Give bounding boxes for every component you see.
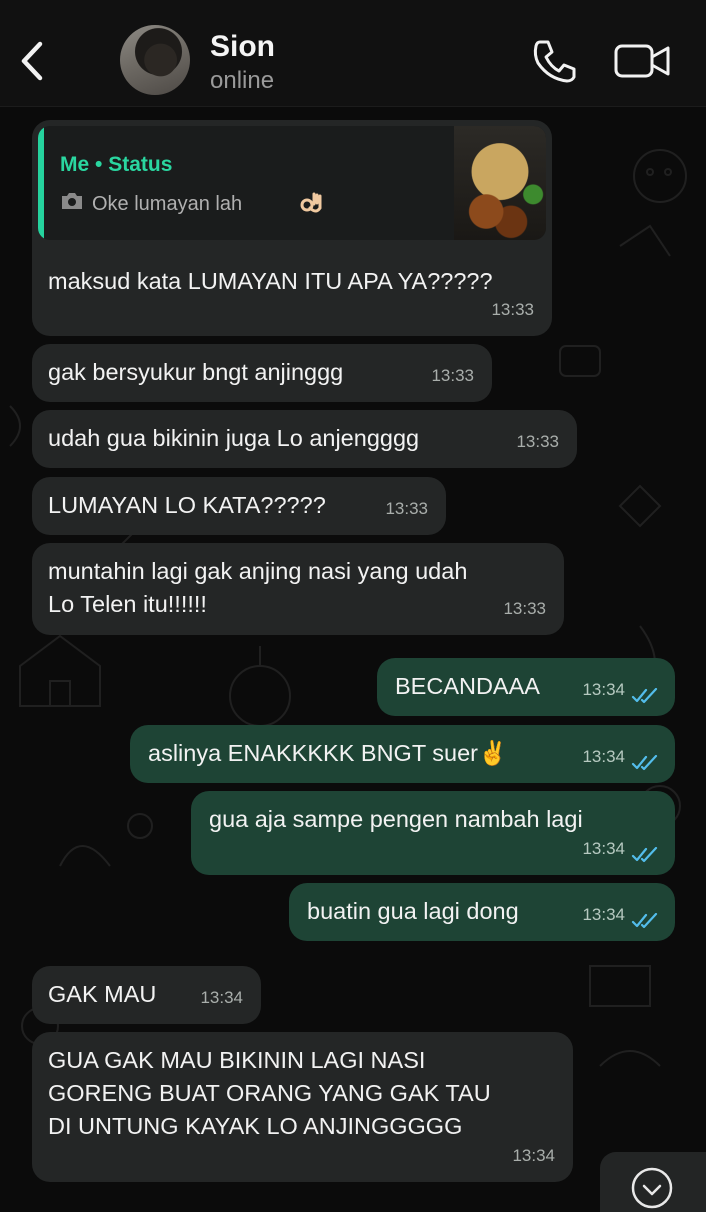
message-time: 13:34 xyxy=(512,1146,555,1165)
message-time: 13:34 xyxy=(582,905,625,924)
video-camera-icon[interactable] xyxy=(614,42,670,80)
camera-icon xyxy=(62,193,82,209)
contact-avatar[interactable] xyxy=(120,25,190,95)
message-incoming[interactable]: GUA GAK MAU BIKININ LAGI NASI GORENG BUA… xyxy=(32,1032,573,1182)
double-check-icon xyxy=(631,913,658,929)
message-time: 13:33 xyxy=(503,599,546,618)
chevron-down-icon xyxy=(631,1167,673,1209)
message-text: gak bersyukur bngt anjinggg xyxy=(48,359,344,385)
quote-accent-bar xyxy=(38,126,44,240)
contact-status: online xyxy=(210,67,275,94)
message-incoming[interactable]: udah gua bikinin juga Lo anjengggg 13:33 xyxy=(32,410,577,468)
ok-hand-emoji xyxy=(300,192,322,213)
double-check-icon xyxy=(631,688,658,704)
message-time: 13:34 xyxy=(582,839,625,858)
message-text: GAK MAU xyxy=(48,981,157,1007)
message-text: muntahin lagi gak anjing nasi yang udah … xyxy=(48,558,468,617)
message-text: maksud kata LUMAYAN ITU APA YA????? xyxy=(48,268,493,294)
double-check-icon xyxy=(631,755,658,771)
quote-text: Oke lumayan lah xyxy=(92,193,243,215)
message-outgoing[interactable]: buatin gua lagi dong 13:34 xyxy=(289,883,675,941)
message-outgoing[interactable]: aslinya ENAKKKKK BNGT suer✌️ 13:34 xyxy=(130,725,675,783)
message-time: 13:34 xyxy=(582,680,625,699)
contact-name[interactable]: Sion xyxy=(210,30,275,64)
back-chevron-icon[interactable] xyxy=(16,38,48,84)
message-incoming[interactable]: muntahin lagi gak anjing nasi yang udah … xyxy=(32,543,564,635)
message-text: LUMAYAN LO KATA????? xyxy=(48,492,326,518)
message-incoming[interactable]: gak bersyukur bngt anjinggg 13:33 xyxy=(32,344,492,402)
message-outgoing[interactable]: BECANDAAA 13:34 xyxy=(377,658,675,716)
message-time: 13:33 xyxy=(516,432,559,451)
message-text: GUA GAK MAU BIKININ LAGI NASI GORENG BUA… xyxy=(48,1047,491,1139)
message-incoming[interactable]: LUMAYAN LO KATA????? 13:33 xyxy=(32,477,446,535)
scroll-to-bottom-button[interactable] xyxy=(600,1152,706,1212)
message-time: 13:34 xyxy=(200,988,243,1007)
message-time: 13:34 xyxy=(582,747,625,766)
message-outgoing[interactable]: gua aja sampe pengen nambah lagi 13:34 xyxy=(191,791,675,875)
message-text: udah gua bikinin juga Lo anjengggg xyxy=(48,425,420,451)
chat-header: Sion online xyxy=(0,0,706,107)
quote-author: Me • Status xyxy=(60,153,173,176)
message-time: 13:33 xyxy=(431,366,474,385)
message-time: 13:33 xyxy=(385,499,428,518)
message-time: 13:33 xyxy=(491,300,534,319)
status-thumbnail[interactable] xyxy=(454,126,546,240)
message-incoming[interactable]: Me • Status Oke lumayan lah maksud kata … xyxy=(32,120,552,336)
message-text: aslinya ENAKKKKK BNGT suer✌️ xyxy=(148,740,508,766)
phone-icon[interactable] xyxy=(530,38,576,84)
message-text: buatin gua lagi dong xyxy=(307,898,519,924)
message-text: BECANDAAA xyxy=(395,673,540,699)
quoted-status[interactable]: Me • Status Oke lumayan lah xyxy=(38,126,546,240)
double-check-icon xyxy=(631,847,658,863)
message-incoming[interactable]: GAK MAU 13:34 xyxy=(32,966,261,1024)
message-text: gua aja sampe pengen nambah lagi xyxy=(209,806,583,832)
